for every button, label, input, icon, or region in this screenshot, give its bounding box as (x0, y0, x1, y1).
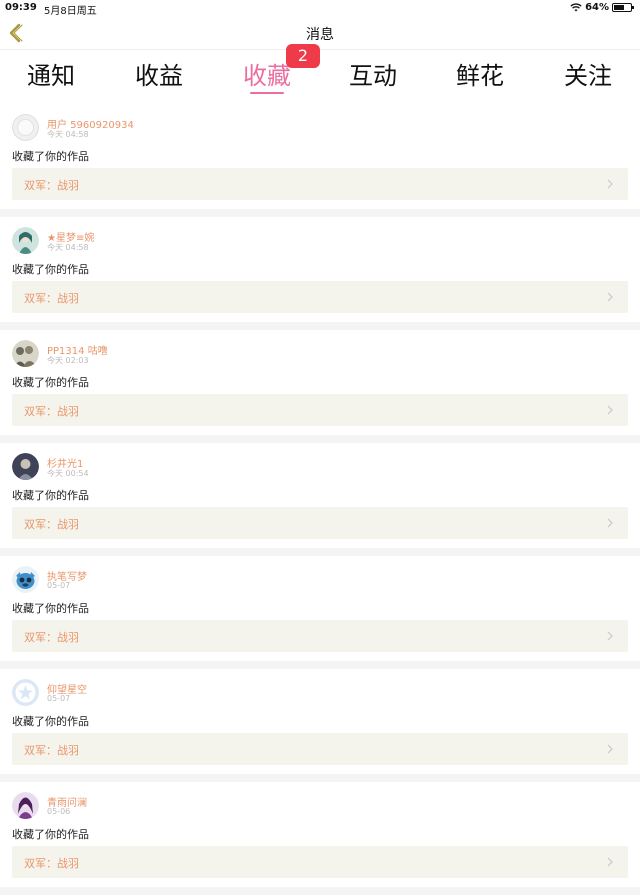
status-date: 5月8日周五 (44, 6, 97, 17)
work-title: 战羽 (57, 179, 79, 192)
message-item: 仰望星空 05-07 收藏了你的作品 双军： 战羽 (0, 669, 640, 782)
message-time: 05-06 (47, 807, 71, 816)
chevron-right-icon (607, 857, 613, 867)
tab-bar: 通知 收益 收藏 互动 鲜花 关注 2 (0, 44, 640, 98)
work-title: 战羽 (57, 631, 79, 644)
avatar[interactable] (12, 114, 39, 141)
chevron-right-icon (607, 518, 613, 528)
work-link[interactable]: 双军： 战羽 (12, 507, 628, 539)
avatar[interactable] (12, 792, 39, 819)
avatar[interactable] (12, 566, 39, 593)
tab-notifications[interactable]: 通知 (1, 56, 101, 91)
chevron-right-icon (607, 631, 613, 641)
message-item: PP1314 咕噜 今天 02:03 收藏了你的作品 双军： 战羽 (0, 330, 640, 443)
message-list: 用户 5960920934 今天 04:58 收藏了你的作品 双军： 战羽 ★星… (0, 104, 640, 895)
message-action: 收藏了你的作品 (12, 489, 89, 502)
status-time: 09:39 (5, 2, 37, 13)
status-bar: 09:39 5月8日周五 64% (0, 0, 640, 17)
message-time: 今天 04:58 (47, 243, 89, 252)
work-link[interactable]: 双军： 战羽 (12, 394, 628, 426)
tab-favorites-badge: 2 (286, 44, 320, 68)
message-time: 今天 02:03 (47, 356, 89, 365)
tab-follows[interactable]: 关注 (538, 56, 638, 91)
chevron-right-icon (607, 292, 613, 302)
tab-earnings[interactable]: 收益 (109, 56, 209, 91)
avatar[interactable] (12, 340, 39, 367)
blank-avatar (12, 114, 39, 141)
work-link[interactable]: 双军： 战羽 (12, 620, 628, 652)
battery-percent: 64% (585, 2, 609, 13)
message-item: 杉井光1 今天 00:54 收藏了你的作品 双军： 战羽 (0, 443, 640, 556)
message-time: 05-07 (47, 581, 71, 590)
message-action: 收藏了你的作品 (12, 715, 89, 728)
work-prefix: 双军： (24, 405, 57, 418)
message-action: 收藏了你的作品 (12, 263, 89, 276)
avatar[interactable] (12, 227, 39, 254)
girl-avatar (12, 227, 39, 254)
chevron-right-icon (607, 744, 613, 754)
dark-avatar (12, 453, 39, 480)
message-item: ★星梦≡婉 今天 04:58 收藏了你的作品 双军： 战羽 (0, 217, 640, 330)
message-action: 收藏了你的作品 (12, 602, 89, 615)
group-avatar (12, 340, 39, 367)
tab-interactions[interactable]: 互动 (323, 56, 423, 91)
stitch-avatar (12, 566, 39, 593)
work-title: 战羽 (57, 744, 79, 757)
message-time: 今天 04:58 (47, 130, 89, 139)
message-time: 今天 00:54 (47, 469, 89, 478)
work-title: 战羽 (57, 857, 79, 870)
work-link[interactable]: 双军： 战羽 (12, 846, 628, 878)
avatar[interactable] (12, 453, 39, 480)
work-title: 战羽 (57, 405, 79, 418)
message-item: 青雨问澜 05-06 收藏了你的作品 双军： 战羽 (0, 782, 640, 895)
work-prefix: 双军： (24, 292, 57, 305)
work-prefix: 双军： (24, 179, 57, 192)
star-avatar (12, 679, 39, 706)
work-link[interactable]: 双军： 战羽 (12, 733, 628, 765)
message-item: 用户 5960920934 今天 04:58 收藏了你的作品 双军： 战羽 (0, 104, 640, 217)
work-prefix: 双军： (24, 631, 57, 644)
nav-bar: 消息 (0, 16, 640, 50)
tab-flowers[interactable]: 鲜花 (430, 56, 530, 91)
page-title: 消息 (306, 27, 334, 43)
work-prefix: 双军： (24, 744, 57, 757)
message-item: 执笔写梦 05-07 收藏了你的作品 双军： 战羽 (0, 556, 640, 669)
message-action: 收藏了你的作品 (12, 376, 89, 389)
status-right: 64% (570, 2, 634, 13)
active-tab-indicator (250, 92, 284, 94)
message-action: 收藏了你的作品 (12, 828, 89, 841)
work-title: 战羽 (57, 292, 79, 305)
work-link[interactable]: 双军： 战羽 (12, 168, 628, 200)
message-action: 收藏了你的作品 (12, 150, 89, 163)
purple-avatar (12, 792, 39, 819)
avatar[interactable] (12, 679, 39, 706)
chevron-right-icon (607, 179, 613, 189)
wifi-icon (570, 3, 582, 12)
message-time: 05-07 (47, 694, 71, 703)
battery-icon (612, 3, 634, 12)
work-title: 战羽 (57, 518, 79, 531)
chevron-right-icon (607, 405, 613, 415)
work-link[interactable]: 双军： 战羽 (12, 281, 628, 313)
work-prefix: 双军： (24, 857, 57, 870)
work-prefix: 双军： (24, 518, 57, 531)
battery-fill (614, 5, 625, 10)
